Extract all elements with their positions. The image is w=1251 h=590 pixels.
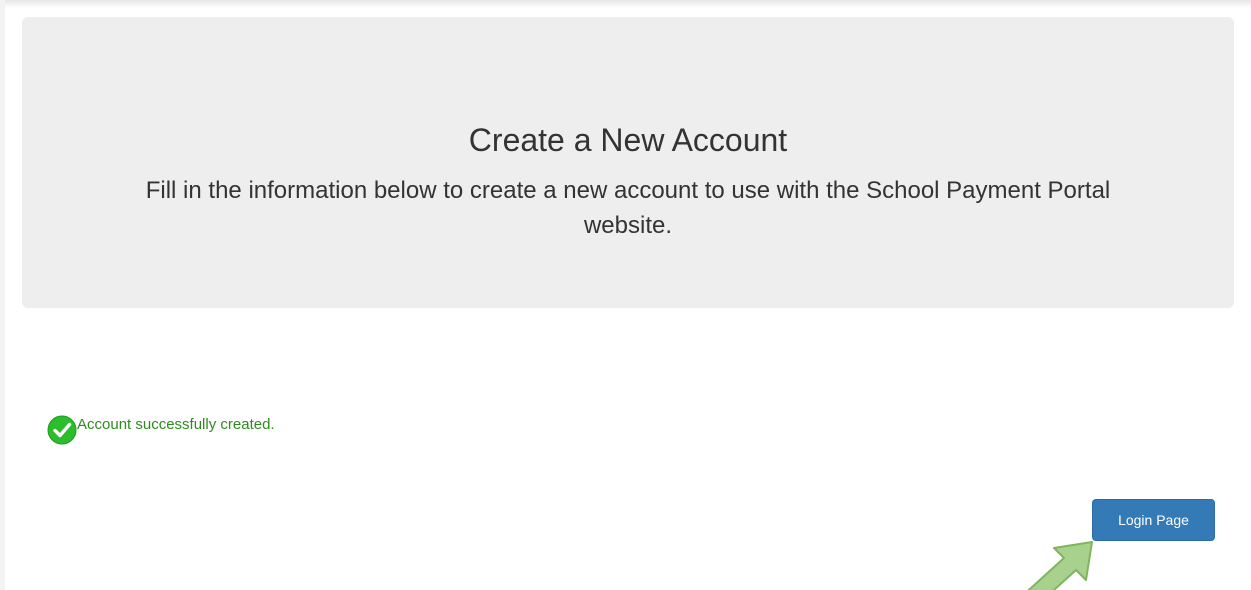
page: Create a New Account Fill in the informa…: [0, 0, 1251, 590]
header-panel: Create a New Account Fill in the informa…: [22, 17, 1234, 308]
success-alert: Account successfully created.: [47, 413, 275, 447]
page-description: Fill in the information below to create …: [145, 177, 1111, 239]
page-title: Create a New Account: [468, 122, 788, 158]
arrow-pointer-icon: [1027, 541, 1093, 590]
left-edge: [0, 0, 5, 590]
top-shadow: [0, 0, 1251, 8]
check-circle-icon: [47, 415, 77, 445]
success-message: Account successfully created.: [77, 415, 275, 433]
login-page-button[interactable]: Login Page: [1092, 499, 1215, 541]
